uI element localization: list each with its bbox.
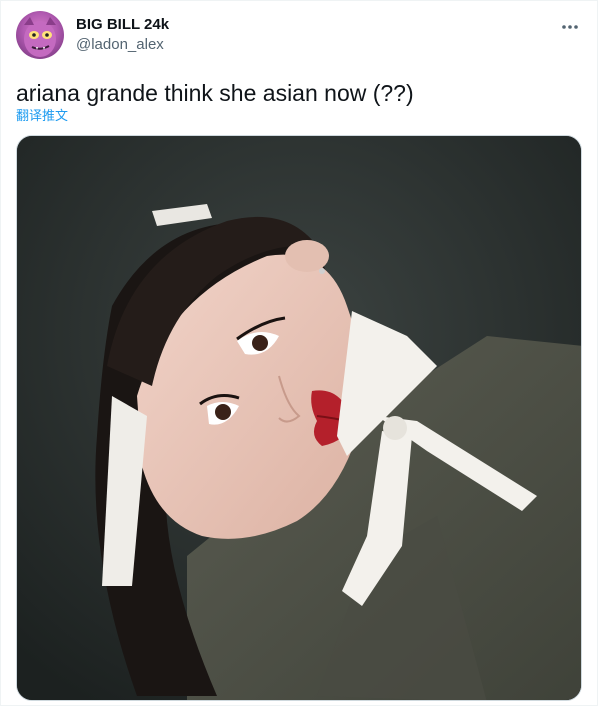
- author-handle[interactable]: @ladon_alex: [76, 35, 169, 55]
- more-button[interactable]: [558, 15, 582, 39]
- avatar[interactable]: [16, 11, 64, 59]
- author-display-name[interactable]: BIG BILL 24k: [76, 15, 169, 35]
- tweet-card: BIG BILL 24k @ladon_alex ariana grande t…: [0, 0, 598, 706]
- author-names: BIG BILL 24k @ladon_alex: [76, 15, 169, 55]
- more-horizontal-icon: [562, 25, 578, 29]
- translate-tweet-link[interactable]: 翻译推文: [16, 108, 68, 124]
- avatar-illustration: [24, 17, 56, 57]
- tweet-header: BIG BILL 24k @ladon_alex: [16, 11, 582, 61]
- tweet-photo[interactable]: [16, 135, 582, 701]
- tweet-text: ariana grande think she asian now (??): [16, 80, 414, 106]
- photo-illustration: [17, 136, 581, 700]
